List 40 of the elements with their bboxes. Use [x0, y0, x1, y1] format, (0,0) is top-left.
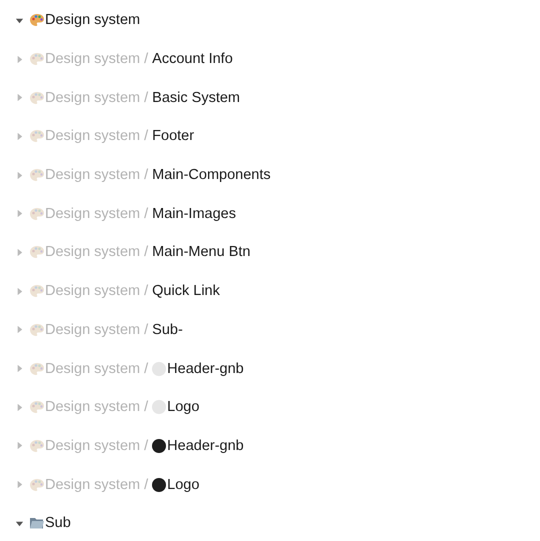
expand-caret-icon[interactable]	[15, 325, 24, 334]
tree-item-label[interactable]: Account Info	[152, 51, 233, 68]
tree-item-label[interactable]: Main-Components	[152, 167, 271, 184]
expand-caret-icon[interactable]	[15, 54, 24, 64]
tree-item-label[interactable]: Quick Link	[152, 283, 220, 300]
expand-caret-icon[interactable]	[15, 132, 24, 141]
expand-caret-icon[interactable]	[15, 441, 24, 450]
tree-item-label[interactable]: Header-gnb	[167, 360, 244, 377]
collapse-caret-icon[interactable]	[15, 518, 24, 528]
path-prefix: Design system /	[45, 476, 148, 493]
tree-item-label[interactable]: Logo	[167, 399, 200, 416]
tree-item-label[interactable]: Sub-	[152, 322, 183, 338]
path-prefix: Design system /	[45, 283, 148, 300]
tree-item-label[interactable]: Design system	[45, 12, 140, 28]
path-prefix: Design system /	[45, 206, 148, 222]
expand-caret-icon[interactable]	[15, 170, 24, 180]
tree-item-label[interactable]: Logo	[167, 476, 200, 493]
path-prefix: Design system /	[45, 322, 148, 338]
collapse-caret-icon[interactable]	[15, 16, 24, 25]
path-prefix: Design system /	[45, 360, 148, 377]
path-prefix: Design system /	[45, 167, 148, 184]
path-prefix: Design system /	[45, 90, 148, 106]
tree-item-label[interactable]: Header-gnb	[167, 438, 244, 454]
expand-caret-icon[interactable]	[15, 402, 24, 412]
tree-item-label[interactable]: Sub	[45, 515, 71, 532]
expand-caret-icon[interactable]	[15, 209, 24, 218]
tree-item-label[interactable]: Footer	[152, 128, 194, 144]
path-prefix: Design system /	[45, 399, 148, 416]
path-prefix: Design system /	[45, 244, 148, 260]
expand-caret-icon[interactable]	[15, 480, 24, 490]
path-prefix: Design system /	[45, 438, 148, 454]
expand-caret-icon[interactable]	[15, 364, 24, 374]
expand-caret-icon[interactable]	[15, 93, 24, 102]
tree-item-label[interactable]: Basic System	[152, 90, 240, 106]
tree-item-label[interactable]: Main-Menu Btn	[152, 244, 250, 260]
expand-caret-icon[interactable]	[15, 286, 24, 296]
expand-caret-icon[interactable]	[15, 248, 24, 257]
path-prefix: Design system /	[45, 128, 148, 144]
path-prefix: Design system /	[45, 51, 148, 68]
tree-item-label[interactable]: Main-Images	[152, 206, 236, 222]
